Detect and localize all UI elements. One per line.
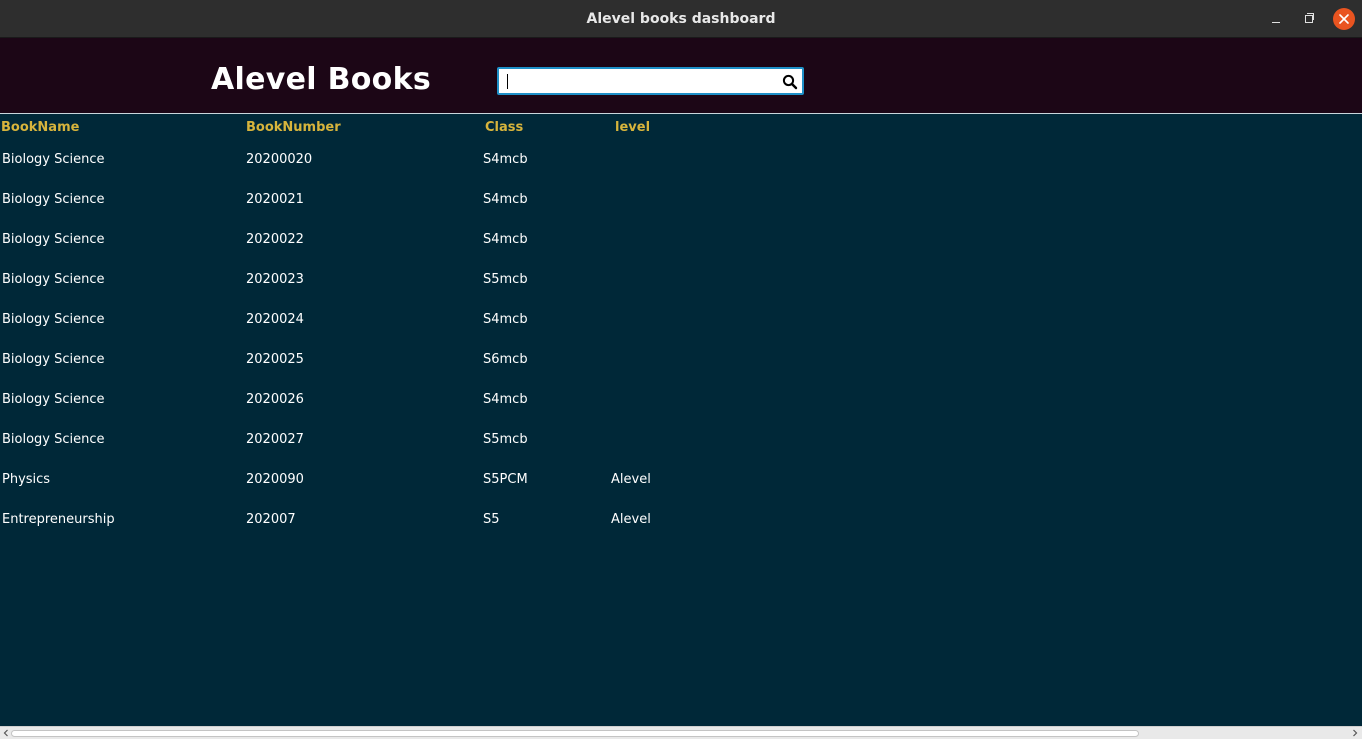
table-cell-bookname: Biology Science [2, 232, 105, 247]
table-cell-bookname: Physics [2, 472, 51, 487]
table-cell-class: S4mcb [483, 152, 528, 167]
table-row[interactable]: Biology Science 2020022 S4mcb [0, 232, 1362, 272]
search-icon[interactable] [781, 73, 799, 91]
column-header-bookname: BookName [1, 120, 80, 135]
horizontal-scrollbar[interactable] [0, 726, 1362, 739]
page-title: Alevel Books [211, 62, 431, 97]
table-row[interactable]: Physics 2020090 S5PCM Alevel [0, 472, 1362, 512]
table-row[interactable]: Biology Science 2020024 S4mcb [0, 312, 1362, 352]
table-cell-booknumber: 2020026 [246, 392, 304, 407]
table-cell-booknumber: 2020090 [246, 472, 304, 487]
table-cell-bookname: Entrepreneurship [2, 512, 115, 527]
scroll-right-icon[interactable] [1351, 729, 1359, 737]
table-cell-class: S5 [483, 512, 500, 527]
table-cell-class: S5PCM [483, 472, 528, 487]
scroll-left-icon[interactable] [2, 729, 10, 737]
scrollbar-thumb[interactable] [11, 730, 1139, 737]
search-input[interactable] [505, 71, 775, 91]
column-header-class: Class [485, 120, 524, 135]
table-cell-bookname: Biology Science [2, 312, 105, 327]
column-header-booknumber: BookNumber [246, 120, 341, 135]
table-row[interactable]: Biology Science 2020023 S5mcb [0, 272, 1362, 312]
table-cell-booknumber: 2020027 [246, 432, 304, 447]
text-caret [507, 74, 508, 89]
table-row[interactable]: Biology Science 2020025 S6mcb [0, 352, 1362, 392]
table-cell-booknumber: 2020023 [246, 272, 304, 287]
app-header: Alevel Books [0, 38, 1362, 114]
table-cell-class: S4mcb [483, 312, 528, 327]
table-cell-class: S5mcb [483, 432, 528, 447]
table-cell-bookname: Biology Science [2, 152, 105, 167]
table-cell-booknumber: 2020021 [246, 192, 304, 207]
maximize-button[interactable] [1298, 8, 1320, 30]
table-cell-booknumber: 202007 [246, 512, 296, 527]
window-titlebar: Alevel books dashboard [0, 0, 1362, 38]
table-cell-class: S5mcb [483, 272, 528, 287]
table-row[interactable]: Biology Science 2020026 S4mcb [0, 392, 1362, 432]
table-cell-booknumber: 2020025 [246, 352, 304, 367]
table-row[interactable]: Biology Science 20200020 S4mcb [0, 152, 1362, 192]
close-icon [1339, 14, 1349, 24]
search-box[interactable] [497, 67, 804, 95]
table-cell-bookname: Biology Science [2, 432, 105, 447]
table-cell-booknumber: 20200020 [246, 152, 313, 167]
table-cell-bookname: Biology Science [2, 392, 105, 407]
table-row[interactable]: Biology Science 2020027 S5mcb [0, 432, 1362, 472]
column-header-level: level [615, 120, 651, 135]
window-title: Alevel books dashboard [586, 11, 776, 27]
table-cell-booknumber: 2020024 [246, 312, 304, 327]
table-cell-booknumber: 2020022 [246, 232, 304, 247]
table-cell-bookname: Biology Science [2, 272, 105, 287]
table-cell-class: S4mcb [483, 392, 528, 407]
table-cell-class: S6mcb [483, 352, 528, 367]
minimize-button[interactable] [1265, 8, 1287, 30]
table-cell-class: S4mcb [483, 232, 528, 247]
table-row[interactable]: Entrepreneurship 202007 S5 Alevel [0, 512, 1362, 552]
table-cell-level: Alevel [611, 512, 651, 527]
table-cell-bookname: Biology Science [2, 352, 105, 367]
table-cell-class: S4mcb [483, 192, 528, 207]
table-row[interactable]: Biology Science 2020021 S4mcb [0, 192, 1362, 232]
table-cell-level: Alevel [611, 472, 651, 487]
close-button[interactable] [1333, 8, 1355, 30]
table-cell-bookname: Biology Science [2, 192, 105, 207]
